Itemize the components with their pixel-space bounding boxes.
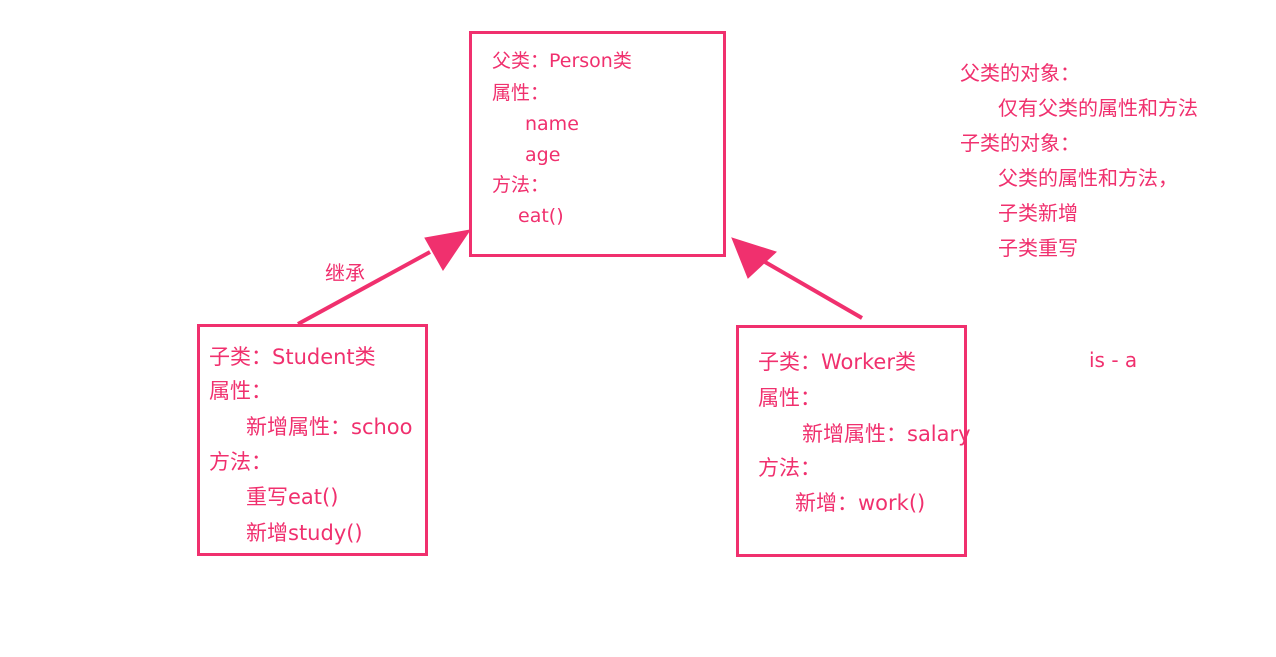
worker-attr-header: 属性： (758, 386, 821, 410)
student-method-header: 方法： (209, 450, 272, 474)
worker-to-parent-arrow-shaft (764, 260, 863, 320)
inherit-label: 继承 (325, 261, 365, 285)
parent-class-box: 父类：Person类 属性： name age 方法： eat() (469, 31, 726, 257)
student-to-parent-arrowhead (424, 229, 472, 271)
student-class-box: 子类：Student类 属性： 新增属性：schoo 方法： 重写eat() 新… (197, 324, 428, 556)
student-attr-school: 新增属性：schoo (246, 415, 413, 439)
worker-attr-salary: 新增属性：salary (802, 422, 971, 446)
worker-method-header: 方法： (758, 456, 821, 480)
parent-method-header: 方法： (492, 174, 550, 196)
parent-method-eat: eat() (518, 205, 564, 227)
student-class-title: 子类：Student类 (209, 345, 376, 369)
parent-class-title: 父类：Person类 (492, 50, 632, 72)
student-method-study: 新增study() (246, 521, 363, 545)
worker-class-title: 子类：Worker类 (758, 350, 916, 374)
student-method-eat: 重写eat() (246, 485, 339, 509)
worker-class-box: 子类：Worker类 属性： 新增属性：salary 方法： 新增：work() (736, 325, 971, 557)
worker-method-work: 新增：work() (795, 491, 926, 515)
student-attr-header: 属性： (209, 379, 272, 403)
parent-attr-header: 属性： (492, 82, 550, 104)
parent-attr-name: name (525, 113, 579, 135)
is-a-label: is - a (1089, 348, 1138, 372)
parent-attr-age: age (525, 144, 561, 166)
worker-to-parent-arrowhead (731, 237, 777, 279)
